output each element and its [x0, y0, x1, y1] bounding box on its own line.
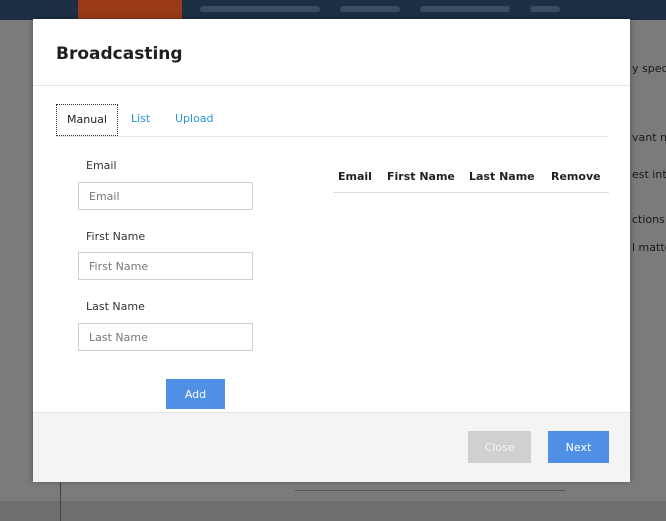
last-name-input[interactable] — [78, 323, 253, 351]
column-header-email: Email — [338, 170, 372, 183]
background-topbar — [0, 0, 666, 20]
tab-bar: Manual List Upload — [56, 104, 608, 137]
column-header-first-name: First Name — [387, 170, 455, 183]
next-button[interactable]: Next — [548, 431, 609, 463]
tab-manual[interactable]: Manual — [56, 104, 118, 136]
column-header-last-name: Last Name — [469, 170, 535, 183]
background-text: y spec — [632, 62, 666, 75]
column-header-remove: Remove — [551, 170, 601, 183]
background-text: est int — [632, 168, 666, 181]
email-input[interactable] — [78, 182, 253, 210]
background-topbar-text — [200, 6, 320, 12]
background-text: ctions — [632, 213, 665, 226]
email-label: Email — [86, 159, 117, 172]
tab-upload[interactable]: Upload — [175, 104, 214, 134]
dialog-header: Broadcasting — [33, 19, 630, 86]
tab-list[interactable]: List — [131, 104, 150, 134]
first-name-input[interactable] — [78, 252, 253, 280]
background-topbar-text — [420, 6, 510, 12]
dialog-title: Broadcasting — [56, 44, 183, 64]
background-topbar-accent — [78, 0, 182, 20]
background-topbar-text — [530, 6, 560, 12]
first-name-label: First Name — [86, 230, 146, 243]
close-button[interactable]: Close — [468, 431, 531, 463]
dialog-footer: Close Next — [33, 412, 630, 482]
background-divider — [295, 490, 565, 491]
background-topbar-text — [340, 6, 400, 12]
background-text: l matte — [632, 241, 666, 254]
last-name-label: Last Name — [86, 300, 145, 313]
background-text: vant n — [632, 131, 666, 144]
add-button[interactable]: Add — [166, 379, 225, 409]
broadcasting-dialog: Broadcasting Manual List Upload Email Fi… — [33, 19, 630, 482]
recipients-table-header: Email First Name Last Name Remove — [333, 167, 609, 193]
